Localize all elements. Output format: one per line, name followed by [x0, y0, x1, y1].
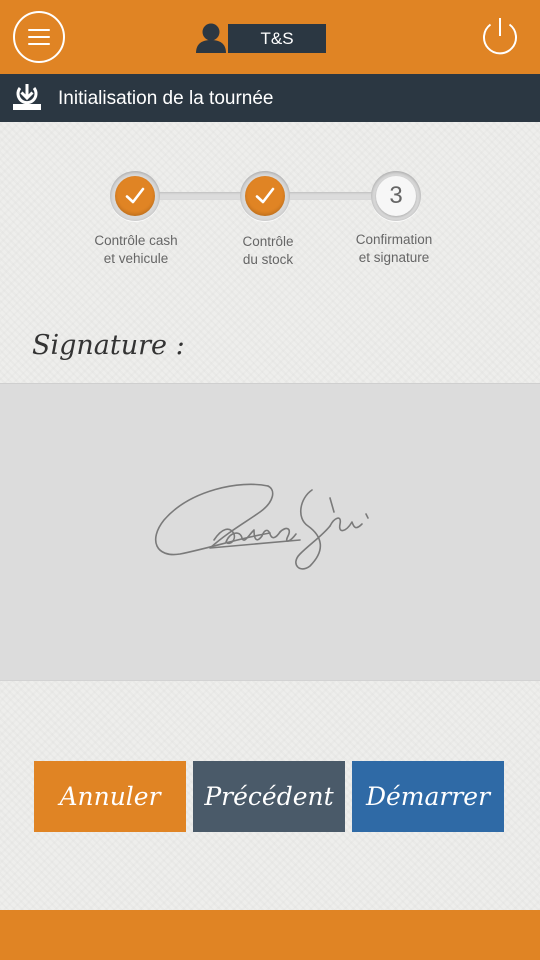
step-2-label-line2: du stock: [242, 252, 294, 267]
step-3-indicator: 3: [376, 176, 416, 216]
stepper-connector: [158, 192, 244, 200]
download-tray-icon: [13, 84, 41, 110]
step-2: [240, 171, 290, 221]
hamburger-menu-icon: [28, 29, 50, 31]
step-3-label: Confirmation et signature: [324, 231, 464, 267]
step-3-label-line2: et signature: [358, 250, 430, 265]
step-2-label: Contrôle du stock: [198, 233, 338, 269]
hamburger-menu-icon-bar: [28, 43, 50, 45]
step-3: 3: [371, 171, 421, 221]
step-3-label-line1: Confirmation: [355, 232, 433, 247]
check-icon: [125, 187, 145, 204]
stepper-connector: [288, 192, 376, 200]
bottom-bar: [0, 910, 540, 960]
step-1: [110, 171, 160, 221]
menu-button[interactable]: [13, 11, 65, 63]
previous-button[interactable]: Précédent: [193, 761, 345, 832]
signature-heading: Signature :: [32, 330, 185, 361]
page-title: Initialisation de la tournée: [58, 88, 274, 109]
user-badge: T&S: [228, 24, 326, 53]
step-1-indicator: [115, 176, 155, 216]
step-1-label-line1: Contrôle cash: [94, 233, 178, 248]
check-icon: [255, 187, 275, 204]
cancel-button[interactable]: Annuler: [34, 761, 186, 832]
step-2-label-line1: Contrôle: [242, 234, 294, 249]
step-3-number: 3: [389, 182, 403, 209]
start-button[interactable]: Démarrer: [352, 761, 504, 832]
step-2-indicator: [245, 176, 285, 216]
hamburger-menu-icon-bar: [28, 36, 50, 38]
user-icon: [196, 23, 226, 53]
step-1-label: Contrôle cash et vehicule: [66, 232, 206, 268]
power-icon[interactable]: [478, 15, 522, 59]
signature-drawing: [154, 483, 369, 570]
step-1-label-line2: et vehicule: [103, 251, 169, 266]
